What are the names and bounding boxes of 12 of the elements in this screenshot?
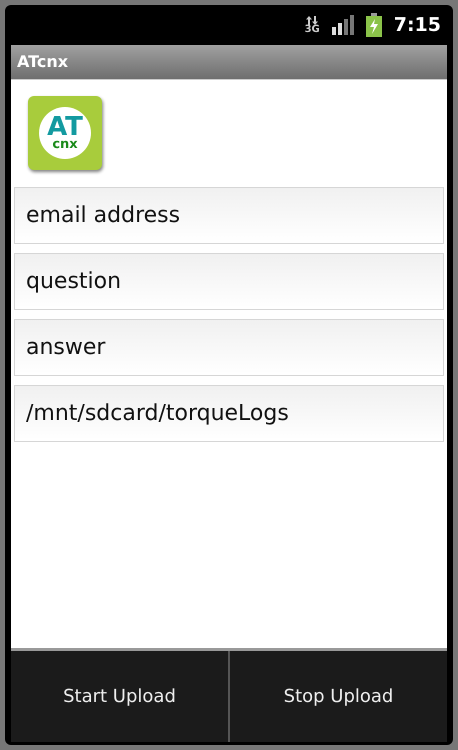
upload-button[interactable]: Start Upload [11, 651, 228, 742]
battery-charging-icon [366, 13, 382, 37]
clock: 7:15 [394, 12, 441, 38]
app-title: ATcnx [17, 51, 68, 73]
text-field[interactable]: /mnt/sdcard/torqueLogs [14, 385, 444, 442]
upload-button[interactable]: Stop Upload [228, 651, 447, 742]
text-field[interactable]: email address [14, 187, 444, 244]
text-field[interactable]: answer [14, 319, 444, 376]
signal-icon [332, 15, 354, 35]
logo-text: cnx [52, 138, 78, 150]
logo-text: AT [47, 116, 83, 138]
text-field[interactable]: question [14, 253, 444, 310]
